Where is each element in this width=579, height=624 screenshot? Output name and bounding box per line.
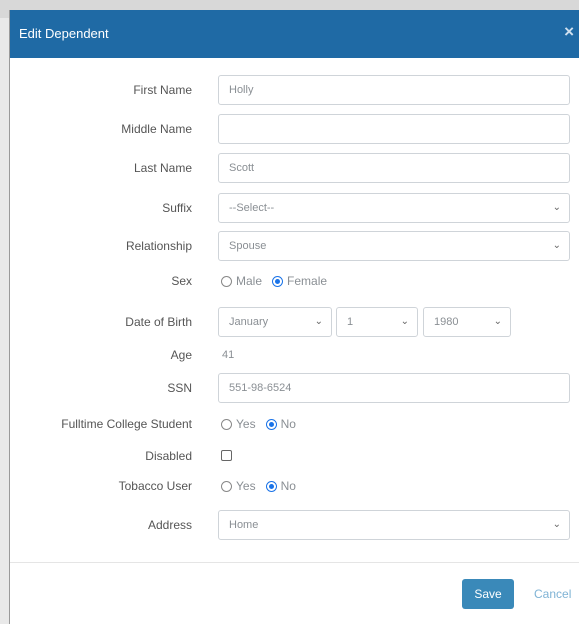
- dob-label: Date of Birth: [125, 315, 192, 329]
- college-option-no-label: No: [280, 417, 296, 431]
- chevron-down-icon: ⌄: [552, 202, 561, 213]
- sex-label: Sex: [171, 274, 192, 288]
- dob-month-select[interactable]: January ⌄: [218, 307, 332, 337]
- address-value: Home: [229, 519, 259, 531]
- disabled-checkbox[interactable]: [221, 450, 232, 461]
- dialog-header: Edit Dependent ×: [10, 10, 579, 58]
- disabled-row: Disabled: [10, 441, 579, 471]
- chevron-down-icon: ⌄: [400, 316, 409, 327]
- suffix-label: Suffix: [162, 201, 192, 215]
- middle-name-input[interactable]: [218, 114, 570, 144]
- chevron-down-icon: ⌄: [493, 316, 502, 327]
- chevron-down-icon: ⌄: [314, 316, 323, 327]
- radio-tobacco-no[interactable]: [265, 480, 277, 492]
- dialog-title: Edit Dependent: [19, 26, 109, 41]
- middle-name-label: Middle Name: [121, 122, 192, 136]
- dob-year-value: 1980: [434, 316, 459, 328]
- age-label: Age: [170, 348, 192, 362]
- last-name-label: Last Name: [133, 161, 192, 175]
- sex-option-male[interactable]: Male: [221, 274, 262, 288]
- suffix-value: --Select--: [229, 202, 275, 214]
- first-name-input[interactable]: Holly: [218, 75, 570, 105]
- college-option-yes[interactable]: Yes: [221, 417, 256, 431]
- tobacco-option-yes-label: Yes: [236, 479, 256, 493]
- last-name-input[interactable]: Scott: [218, 153, 570, 183]
- college-row: Fulltime College Student Yes No: [10, 409, 579, 439]
- relationship-value: Spouse: [229, 240, 267, 252]
- close-icon[interactable]: ×: [564, 23, 574, 40]
- sex-row: Sex Male Female: [10, 266, 579, 296]
- address-label: Address: [147, 518, 192, 532]
- ssn-input[interactable]: 551-98-6524: [218, 373, 570, 403]
- sex-option-female[interactable]: Female: [272, 274, 327, 288]
- sex-option-male-label: Male: [236, 274, 263, 288]
- radio-female[interactable]: [272, 275, 284, 287]
- age-value: 41: [222, 349, 235, 361]
- footer-divider: [10, 562, 579, 563]
- sex-option-female-label: Female: [287, 274, 328, 288]
- radio-college-no[interactable]: [265, 418, 277, 430]
- chevron-down-icon: ⌄: [552, 240, 561, 251]
- cancel-link[interactable]: Cancel: [534, 579, 571, 609]
- radio-college-yes[interactable]: [221, 418, 232, 430]
- relationship-label: Relationship: [125, 239, 192, 253]
- dob-day-value: 1: [347, 316, 354, 328]
- college-label: Fulltime College Student: [61, 417, 192, 431]
- middle-name-row: Middle Name: [10, 114, 579, 144]
- dob-month-value: January: [229, 316, 269, 328]
- first-name-row: First Name Holly: [10, 75, 579, 105]
- college-option-no[interactable]: No: [265, 417, 296, 431]
- address-row: Address Home ⌄: [10, 510, 579, 540]
- tobacco-row: Tobacco User Yes No: [10, 471, 579, 501]
- last-name-row: Last Name Scott: [10, 153, 579, 183]
- save-button[interactable]: Save: [462, 579, 514, 609]
- suffix-row: Suffix --Select-- ⌄: [10, 193, 579, 223]
- address-select[interactable]: Home ⌄: [218, 510, 570, 540]
- college-radio-group: Yes No: [221, 409, 306, 439]
- ssn-row: SSN 551-98-6524: [10, 373, 579, 403]
- ssn-label: SSN: [167, 381, 192, 395]
- tobacco-radio-group: Yes No: [221, 471, 306, 501]
- sex-radio-group: Male Female: [221, 266, 337, 296]
- radio-male[interactable]: [221, 275, 232, 287]
- college-option-yes-label: Yes: [236, 417, 256, 431]
- dob-day-select[interactable]: 1 ⌄: [336, 307, 418, 337]
- relationship-select[interactable]: Spouse ⌄: [218, 231, 570, 261]
- suffix-select[interactable]: --Select-- ⌄: [218, 193, 570, 223]
- chevron-down-icon: ⌄: [552, 519, 561, 530]
- dob-year-select[interactable]: 1980 ⌄: [423, 307, 511, 337]
- edit-dependent-dialog: Edit Dependent × First Name Holly Middle…: [9, 10, 579, 624]
- age-row: Age 41: [10, 340, 579, 370]
- tobacco-option-no[interactable]: No: [265, 479, 296, 493]
- tobacco-label: Tobacco User: [118, 479, 192, 493]
- disabled-label: Disabled: [145, 449, 192, 463]
- relationship-row: Relationship Spouse ⌄: [10, 231, 579, 261]
- tobacco-option-no-label: No: [280, 479, 296, 493]
- dob-row: Date of Birth January ⌄ 1 ⌄ 1980 ⌄: [10, 307, 579, 337]
- tobacco-option-yes[interactable]: Yes: [221, 479, 256, 493]
- first-name-label: First Name: [133, 83, 192, 97]
- radio-tobacco-yes[interactable]: [221, 480, 232, 492]
